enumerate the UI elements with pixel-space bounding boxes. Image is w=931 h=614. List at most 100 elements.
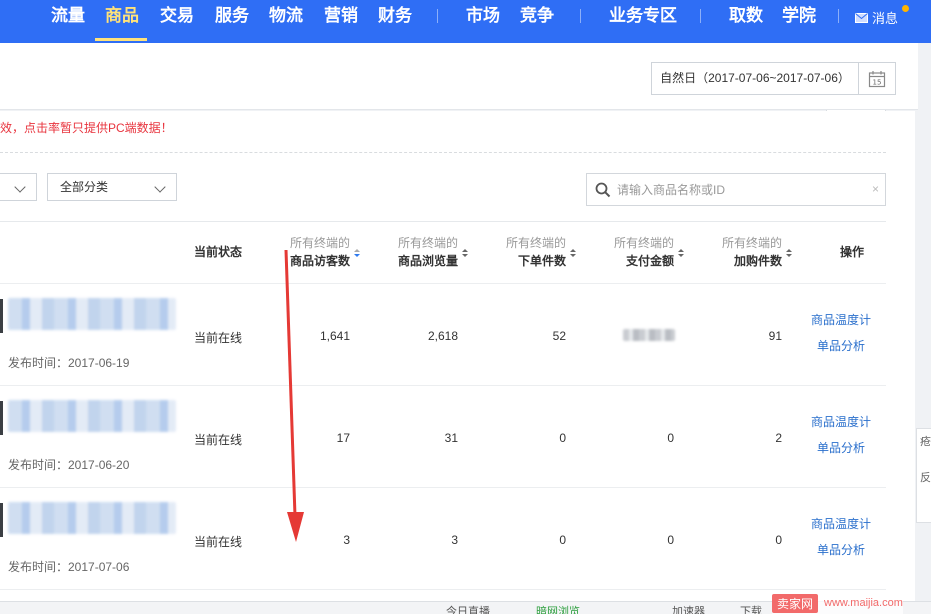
- cell-payment: 0: [667, 533, 674, 547]
- date-range-picker[interactable]: 自然日（2017-07-06~2017-07-06）: [651, 62, 859, 95]
- sort-icon[interactable]: [569, 248, 577, 258]
- nav-service[interactable]: 服务: [215, 0, 249, 43]
- search-icon: [595, 182, 611, 198]
- col-header-orders[interactable]: 所有终端的 下单件数: [476, 234, 566, 270]
- cell-orders: 0: [559, 533, 566, 547]
- annotation-arrow: [284, 250, 304, 542]
- product-title-blurred[interactable]: [8, 502, 176, 534]
- publish-time: 发布时间：2017-06-20: [8, 458, 130, 472]
- nav-divider: [580, 9, 581, 23]
- cell-orders: 0: [559, 431, 566, 445]
- product-thumbnail[interactable]: [0, 503, 3, 537]
- col-header-payment-line2: 支付金额: [625, 254, 674, 268]
- filter-select-left[interactable]: [0, 173, 37, 201]
- watermark-url: www.maijia.com: [824, 597, 903, 609]
- table-top-border: [0, 221, 886, 222]
- publish-time: 发布时间：2017-06-19: [8, 356, 130, 370]
- product-search-box[interactable]: ×: [586, 173, 886, 206]
- bottom-item-live[interactable]: 今日直播: [446, 603, 490, 614]
- product-status: 当前在线: [194, 331, 243, 345]
- col-header-status: 当前状态: [194, 245, 243, 259]
- chevron-down-icon: [154, 181, 166, 193]
- product-status: 当前在线: [194, 535, 243, 549]
- product-title-blurred[interactable]: [8, 298, 176, 330]
- row-divider: [0, 487, 886, 488]
- col-header-views-line1: 所有终端的: [397, 236, 458, 250]
- col-header-cart-line2: 加购件数: [733, 254, 782, 268]
- watermark-logo: 卖家网: [772, 593, 819, 613]
- nav-marketing[interactable]: 营销: [324, 0, 358, 43]
- bottom-item-browse[interactable]: 暗网浏览: [536, 603, 580, 614]
- product-thermometer-link[interactable]: 商品温度计: [811, 413, 871, 430]
- nav-active-indicator: [95, 38, 147, 41]
- product-thermometer-link[interactable]: 商品温度计: [811, 515, 871, 532]
- product-panel: 效，点击率暂只提供PC端数据！ 全部分类 × 当前状态 所有终端的 商品访客数 …: [0, 111, 915, 614]
- mail-icon: [855, 12, 868, 23]
- col-header-cart[interactable]: 所有终端的 加购件数: [692, 234, 782, 270]
- col-header-payment-line1: 所有终端的: [613, 236, 674, 250]
- calendar-button[interactable]: 15: [859, 62, 896, 95]
- product-title-blurred[interactable]: [8, 400, 176, 432]
- product-status: 当前在线: [194, 433, 243, 447]
- sort-icon[interactable]: [677, 248, 685, 258]
- nav-divider: [700, 9, 701, 23]
- cell-views: 3: [451, 533, 458, 547]
- product-thermometer-link[interactable]: 商品温度计: [811, 311, 871, 328]
- bottom-item-accelerator[interactable]: 加速器: [672, 603, 705, 614]
- side-float-text-1: 疮: [920, 436, 931, 448]
- cell-payment: 0: [667, 431, 674, 445]
- nav-traffic[interactable]: 流量: [51, 0, 85, 43]
- dashed-divider: [0, 152, 886, 153]
- nav-academy[interactable]: 学院: [782, 0, 816, 43]
- row-divider: [0, 385, 886, 386]
- side-feedback-widget[interactable]: 疮 反: [916, 428, 931, 523]
- side-float-text-2: 反: [920, 472, 931, 484]
- sort-desc-active-icon[interactable]: [353, 248, 361, 258]
- svg-text:15: 15: [873, 78, 882, 86]
- nav-finance[interactable]: 财务: [378, 0, 412, 43]
- col-header-orders-line1: 所有终端的: [505, 236, 566, 250]
- product-search-input[interactable]: [617, 174, 867, 205]
- nav-competition[interactable]: 竞争: [520, 0, 554, 43]
- cell-cart: 2: [775, 431, 782, 445]
- messages-link[interactable]: 消息: [855, 8, 898, 27]
- clear-icon[interactable]: ×: [872, 182, 879, 196]
- pc-data-notice: 效，点击率暂只提供PC端数据！: [0, 121, 173, 135]
- nav-logistics[interactable]: 物流: [269, 0, 303, 43]
- bottom-item-download[interactable]: 下载: [740, 603, 762, 614]
- nav-trade[interactable]: 交易: [160, 0, 194, 43]
- sort-icon[interactable]: [785, 248, 793, 258]
- single-product-analysis-link[interactable]: 单品分析: [817, 337, 865, 354]
- cell-cart: 91: [768, 329, 782, 343]
- col-header-payment[interactable]: 所有终端的 支付金额: [584, 234, 674, 270]
- cell-views: 31: [444, 431, 458, 445]
- nav-divider: [437, 9, 438, 23]
- calendar-icon: 15: [868, 70, 886, 87]
- cell-cart: 0: [775, 533, 782, 547]
- col-header-orders-line2: 下单件数: [517, 254, 566, 268]
- single-product-analysis-link[interactable]: 单品分析: [817, 439, 865, 456]
- chevron-down-icon: [14, 181, 26, 193]
- col-header-views[interactable]: 所有终端的 商品浏览量: [368, 234, 458, 270]
- top-navigation: 流量 商品 交易 服务 物流 营销 财务 市场 竞争 业务专区 取数 学院 消息: [0, 0, 931, 43]
- nav-products[interactable]: 商品: [105, 0, 139, 43]
- unread-dot: [902, 5, 909, 12]
- col-header-views-line2: 商品浏览量: [397, 254, 458, 268]
- cell-payment-blurred: [623, 329, 675, 341]
- date-toolbar: 自然日（2017-07-06~2017-07-06） 15: [0, 43, 918, 110]
- nav-divider: [838, 9, 839, 23]
- single-product-analysis-link[interactable]: 单品分析: [817, 541, 865, 558]
- messages-label: 消息: [872, 11, 899, 26]
- col-header-operations: 操作: [840, 245, 865, 259]
- sort-icon[interactable]: [461, 248, 469, 258]
- product-thumbnail[interactable]: [0, 299, 3, 333]
- product-thumbnail[interactable]: [0, 401, 3, 435]
- col-header-cart-line1: 所有终端的: [721, 236, 782, 250]
- category-select-value: 全部分类: [60, 180, 109, 194]
- row-divider: [0, 283, 886, 284]
- row-divider: [0, 589, 886, 590]
- category-select[interactable]: 全部分类: [47, 173, 177, 201]
- nav-market[interactable]: 市场: [466, 0, 500, 43]
- nav-business-zone[interactable]: 业务专区: [609, 0, 677, 43]
- nav-data-fetch[interactable]: 取数: [729, 0, 763, 43]
